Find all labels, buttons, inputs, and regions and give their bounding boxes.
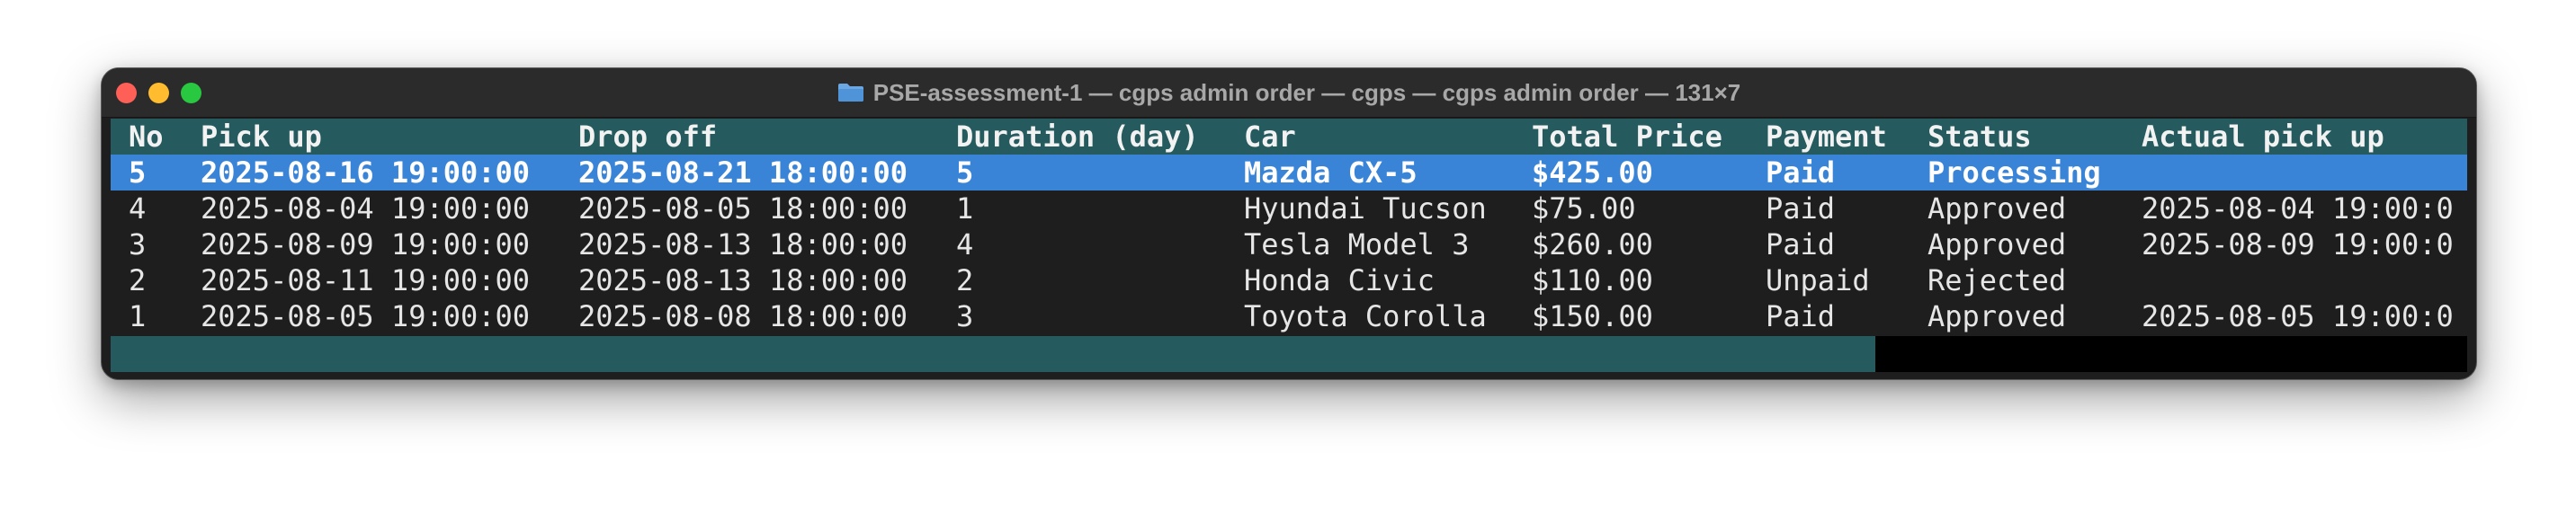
- window-title-text: PSE-assessment-1 — cgps admin order — cg…: [872, 78, 1741, 106]
- cell-payment: Paid: [1766, 155, 1836, 190]
- cell-payment: Paid: [1766, 191, 1836, 226]
- cell-car: Tesla Model 3: [1244, 227, 1470, 261]
- header-status: Status: [1928, 120, 2032, 154]
- cell-payment: Unpaid: [1766, 263, 1870, 297]
- header-car: Car: [1244, 120, 1296, 154]
- cell-payment: Paid: [1766, 227, 1836, 261]
- cell-pick-up: 2025-08-04 19:00:00: [201, 191, 531, 226]
- terminal-content[interactable]: No Pick up Drop off Duration (day) Car T…: [111, 119, 2467, 334]
- cell-status: Processing: [1928, 155, 2101, 190]
- cell-car: Hyundai Tucson: [1244, 191, 1487, 226]
- cell-payment: Paid: [1766, 299, 1836, 333]
- header-no: No: [129, 120, 164, 154]
- cell-car: Mazda CX-5: [1244, 155, 1418, 190]
- cell-duration: 3: [956, 299, 974, 333]
- cell-no: 2: [129, 263, 147, 297]
- header-drop-off: Drop off: [578, 120, 718, 154]
- table-row[interactable]: 3 2025-08-09 19:00:00 2025-08-13 18:00:0…: [111, 226, 2467, 262]
- header-duration: Duration (day): [956, 120, 1199, 154]
- cell-car: Toyota Corolla: [1244, 299, 1487, 333]
- window-title: PSE-assessment-1 — cgps admin order — cg…: [102, 68, 2476, 117]
- cell-total-price: $425.00: [1532, 155, 1653, 190]
- cell-no: 1: [129, 299, 147, 333]
- cell-duration: 5: [956, 155, 974, 190]
- cell-drop-off: 2025-08-21 18:00:00: [578, 155, 908, 190]
- cell-duration: 4: [956, 227, 974, 261]
- table-row[interactable]: 2 2025-08-11 19:00:00 2025-08-13 18:00:0…: [111, 262, 2467, 298]
- table-row[interactable]: 4 2025-08-04 19:00:00 2025-08-05 18:00:0…: [111, 191, 2467, 226]
- cell-no: 3: [129, 227, 147, 261]
- cell-total-price: $75.00: [1532, 191, 1636, 226]
- horizontal-scrollbar[interactable]: [111, 336, 2467, 372]
- cell-status: Rejected: [1928, 263, 2067, 297]
- cell-drop-off: 2025-08-05 18:00:00: [578, 191, 908, 226]
- cell-pick-up: 2025-08-16 19:00:00: [201, 155, 531, 190]
- header-payment: Payment: [1766, 120, 1887, 154]
- cell-drop-off: 2025-08-13 18:00:00: [578, 227, 908, 261]
- header-pick-up: Pick up: [201, 120, 322, 154]
- cell-actual-pick-up: 2025-08-05 19:00:0: [2142, 299, 2454, 333]
- cell-status: Approved: [1928, 227, 2067, 261]
- table-row[interactable]: 1 2025-08-05 19:00:00 2025-08-08 18:00:0…: [111, 298, 2467, 334]
- cell-status: Approved: [1928, 299, 2067, 333]
- header-actual-pick-up: Actual pick up: [2142, 120, 2384, 154]
- cell-drop-off: 2025-08-08 18:00:00: [578, 299, 908, 333]
- table-header: No Pick up Drop off Duration (day) Car T…: [111, 119, 2467, 155]
- terminal-window: PSE-assessment-1 — cgps admin order — cg…: [101, 67, 2477, 380]
- header-total-price: Total Price: [1532, 120, 1722, 154]
- cell-car: Honda Civic: [1244, 263, 1435, 297]
- table-row-selected[interactable]: 5 2025-08-16 19:00:00 2025-08-21 18:00:0…: [111, 155, 2467, 191]
- cell-duration: 1: [956, 191, 974, 226]
- cell-pick-up: 2025-08-05 19:00:00: [201, 299, 531, 333]
- cell-no: 4: [129, 191, 147, 226]
- cell-actual-pick-up: 2025-08-09 19:00:0: [2142, 227, 2454, 261]
- scrollbar-thumb[interactable]: [111, 336, 1875, 372]
- cell-duration: 2: [956, 263, 974, 297]
- cell-pick-up: 2025-08-11 19:00:00: [201, 263, 531, 297]
- cell-status: Approved: [1928, 191, 2067, 226]
- cell-actual-pick-up: 2025-08-04 19:00:0: [2142, 191, 2454, 226]
- folder-icon: [837, 84, 863, 102]
- title-bar[interactable]: PSE-assessment-1 — cgps admin order — cg…: [102, 68, 2476, 118]
- cell-total-price: $150.00: [1532, 299, 1653, 333]
- cell-total-price: $110.00: [1532, 263, 1653, 297]
- cell-total-price: $260.00: [1532, 227, 1653, 261]
- cell-pick-up: 2025-08-09 19:00:00: [201, 227, 531, 261]
- cell-no: 5: [129, 155, 147, 190]
- cell-drop-off: 2025-08-13 18:00:00: [578, 263, 908, 297]
